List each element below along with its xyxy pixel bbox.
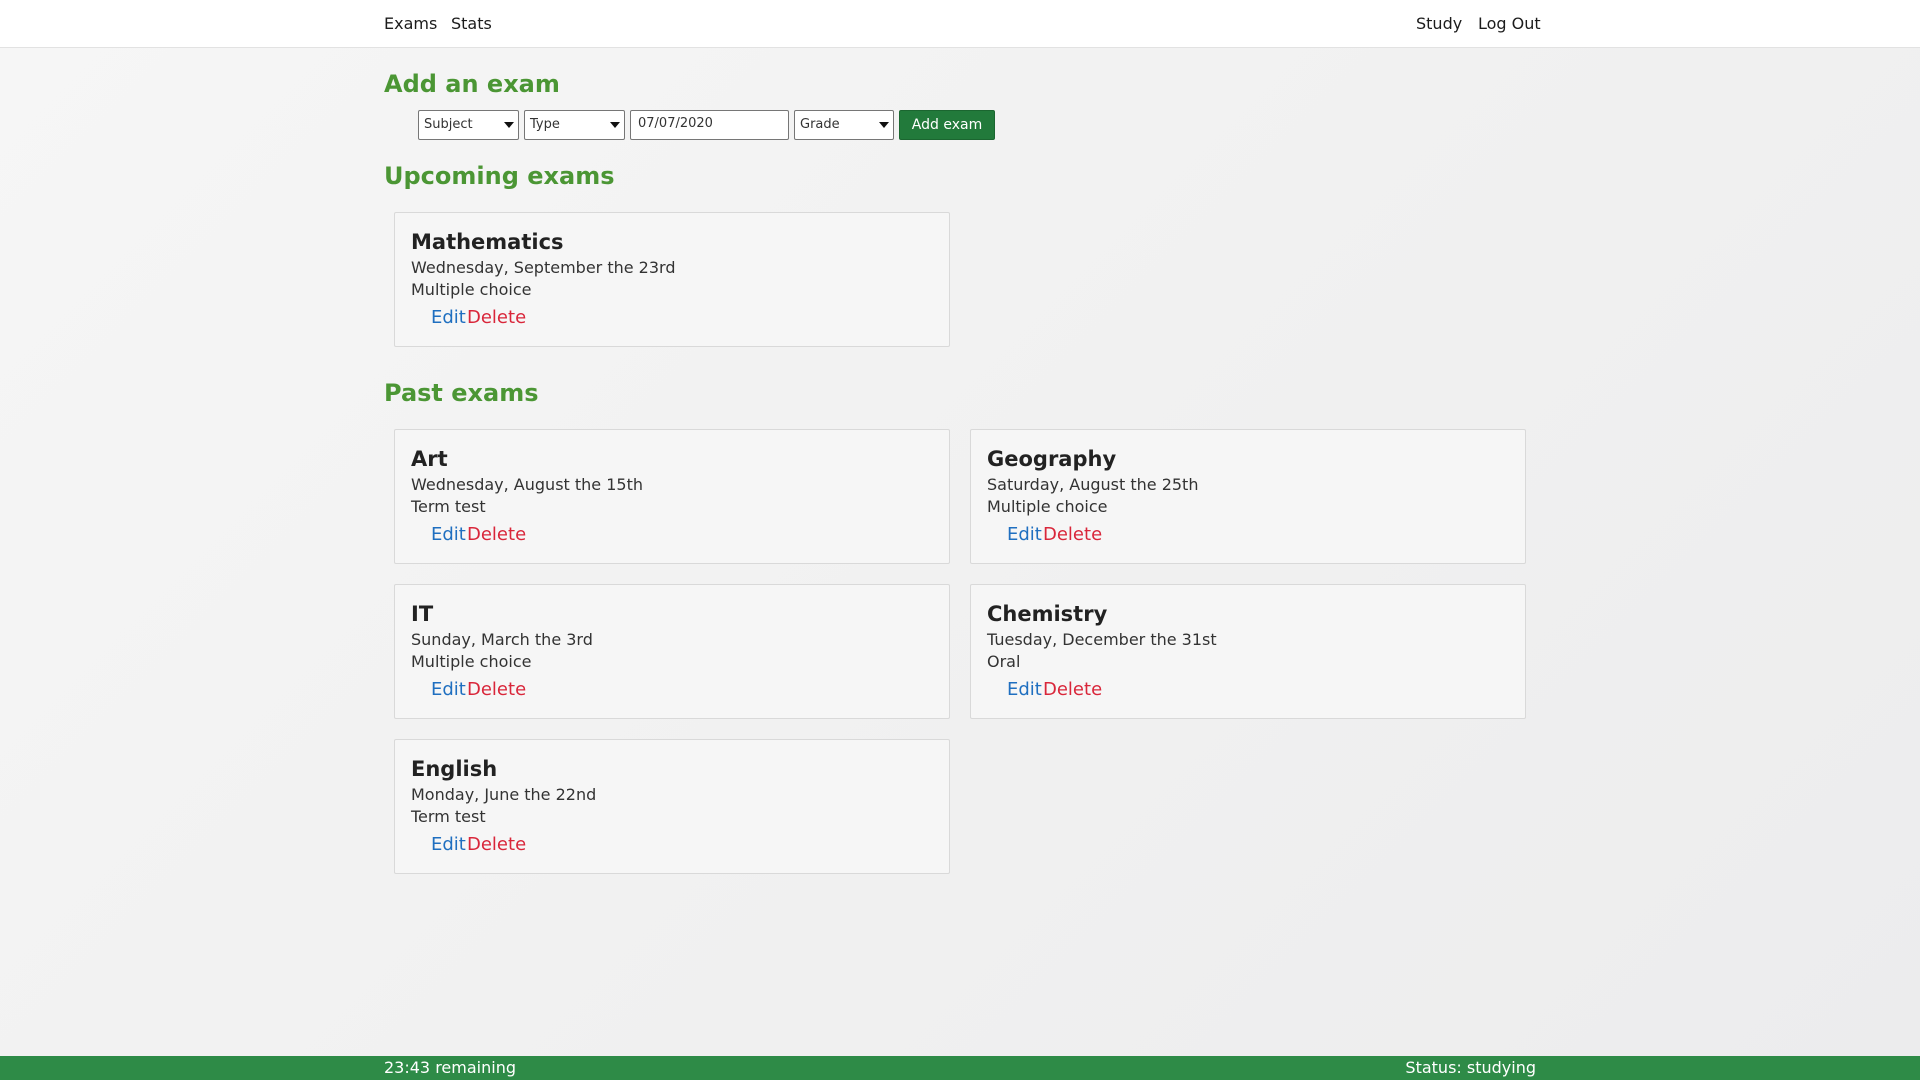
edit-link[interactable]: Edit: [431, 307, 466, 328]
exam-date: Sunday, March the 3rd: [411, 630, 593, 649]
date-input-value: 07/07/2020: [638, 116, 713, 131]
exam-date: Tuesday, December the 31st: [987, 630, 1217, 649]
delete-link[interactable]: Delete: [467, 834, 526, 855]
exam-type: Term test: [411, 807, 486, 826]
nav-logout-link[interactable]: Log Out: [1478, 14, 1541, 33]
chevron-down-icon: [879, 122, 889, 128]
edit-link[interactable]: Edit: [431, 524, 466, 545]
delete-link[interactable]: Delete: [1043, 524, 1102, 545]
exam-type: Oral: [987, 652, 1021, 671]
status-text: Status: studying: [1405, 1058, 1536, 1077]
chevron-down-icon: [610, 122, 620, 128]
edit-link[interactable]: Edit: [431, 679, 466, 700]
exam-card: Geography Saturday, August the 25th Mult…: [970, 429, 1526, 564]
exam-card: IT Sunday, March the 3rd Multiple choice…: [394, 584, 950, 719]
edit-link[interactable]: Edit: [1007, 679, 1042, 700]
date-input[interactable]: 07/07/2020: [630, 110, 789, 140]
subject-select-value: Subject: [424, 117, 473, 132]
edit-link[interactable]: Edit: [431, 834, 466, 855]
status-bar: 23:43 remaining Status: studying: [0, 1056, 1920, 1080]
delete-link[interactable]: Delete: [467, 679, 526, 700]
exam-subject: Mathematics: [411, 230, 564, 254]
exam-card: Art Wednesday, August the 15th Term test…: [394, 429, 950, 564]
grade-select[interactable]: Grade: [794, 110, 894, 140]
exam-type: Multiple choice: [411, 652, 532, 671]
grade-select-value: Grade: [800, 117, 840, 132]
nav-study-link[interactable]: Study: [1416, 14, 1462, 33]
exam-card: Chemistry Tuesday, December the 31st Ora…: [970, 584, 1526, 719]
timer-text: 23:43 remaining: [384, 1058, 516, 1077]
chevron-down-icon: [504, 122, 514, 128]
nav-stats-link[interactable]: Stats: [451, 14, 492, 33]
upcoming-exams-heading: Upcoming exams: [384, 162, 615, 190]
add-exam-button[interactable]: Add exam: [899, 110, 995, 140]
delete-link[interactable]: Delete: [467, 524, 526, 545]
exam-type: Term test: [411, 497, 486, 516]
exam-card: English Monday, June the 22nd Term test …: [394, 739, 950, 874]
past-exams-heading: Past exams: [384, 379, 539, 407]
exam-subject: Geography: [987, 447, 1117, 471]
exam-type: Multiple choice: [411, 280, 532, 299]
type-select-value: Type: [530, 117, 560, 132]
exam-subject: Art: [411, 447, 448, 471]
delete-link[interactable]: Delete: [1043, 679, 1102, 700]
delete-link[interactable]: Delete: [467, 307, 526, 328]
exam-date: Saturday, August the 25th: [987, 475, 1199, 494]
add-exam-heading: Add an exam: [384, 70, 560, 98]
subject-select[interactable]: Subject: [418, 110, 519, 140]
edit-link[interactable]: Edit: [1007, 524, 1042, 545]
exam-date: Wednesday, August the 15th: [411, 475, 643, 494]
exam-type: Multiple choice: [987, 497, 1108, 516]
top-navbar: Exams Stats Study Log Out: [0, 0, 1920, 48]
type-select[interactable]: Type: [524, 110, 625, 140]
exam-card: Mathematics Wednesday, September the 23r…: [394, 212, 950, 347]
exam-subject: English: [411, 757, 498, 781]
exam-date: Wednesday, September the 23rd: [411, 258, 676, 277]
exam-subject: Chemistry: [987, 602, 1108, 626]
exam-subject: IT: [411, 602, 434, 626]
nav-exams-link[interactable]: Exams: [384, 14, 437, 33]
exam-date: Monday, June the 22nd: [411, 785, 597, 804]
